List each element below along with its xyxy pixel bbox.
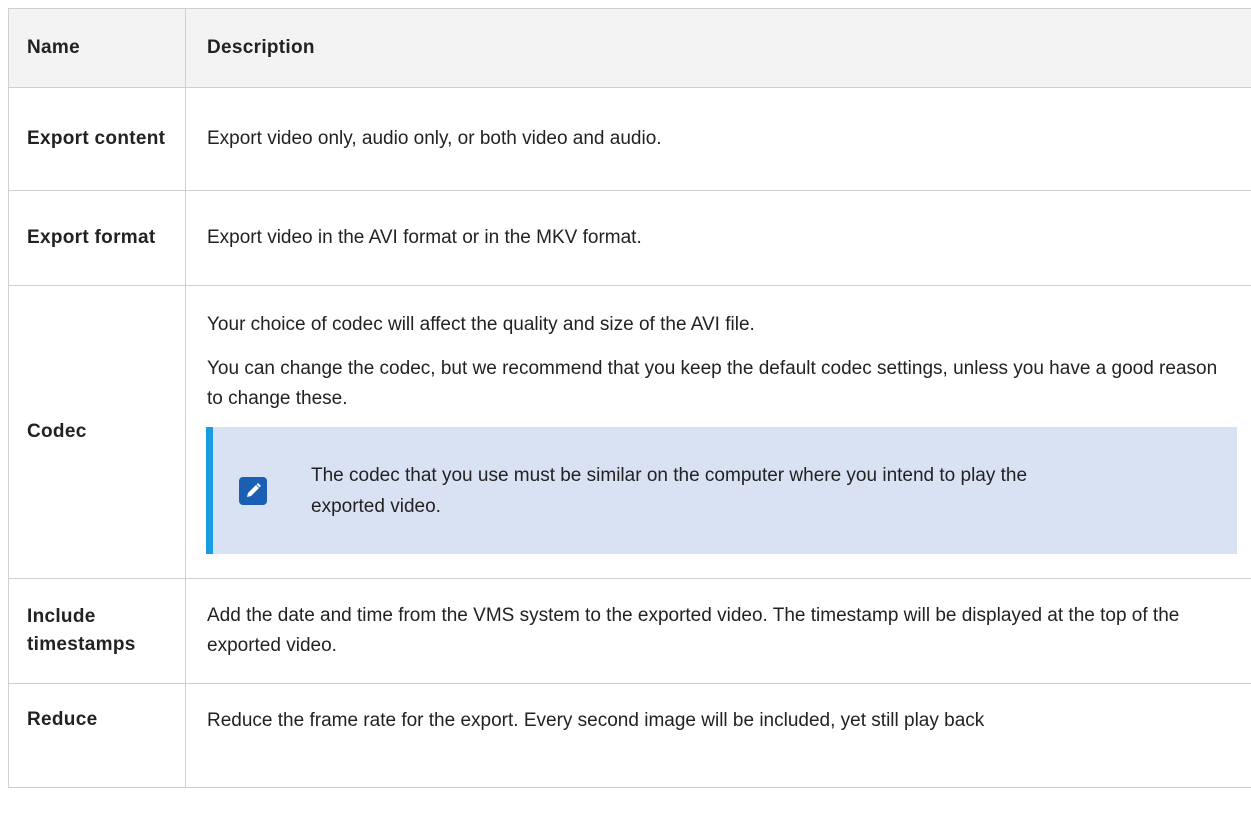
note-callout: The codec that you use must be similar o… [206,427,1237,554]
setting-name: Include timestamps [8,578,186,684]
pencil-note-icon [239,476,267,505]
table-row: Reduce Reduce the frame rate for the exp… [8,683,1251,788]
note-text: The codec that you use must be similar o… [311,464,1028,517]
setting-description: Your choice of codec will affect the qua… [185,285,1251,579]
column-header-description: Description [185,8,1251,88]
setting-description: Export video in the AVI format or in the… [185,190,1251,286]
column-header-name: Name [8,8,186,88]
codec-paragraph: You can change the codec, but we recomme… [207,358,1218,409]
codec-paragraph: Your choice of codec will affect the qua… [207,314,755,335]
export-settings-table: Name Description Export content Export v… [8,8,1251,788]
setting-name: Codec [8,285,186,579]
table-header-row: Name Description [8,8,1251,88]
setting-description: Add the date and time from the VMS syste… [185,578,1251,684]
table-row: Codec Your choice of codec will affect t… [8,285,1251,579]
table-row: Export format Export video in the AVI fo… [8,190,1251,286]
setting-name: Export format [8,190,186,286]
setting-name: Reduce [8,683,186,788]
table-row: Include timestamps Add the date and time… [8,578,1251,684]
setting-name: Export content [8,87,186,191]
setting-description: Export video only, audio only, or both v… [185,87,1251,191]
setting-description: Reduce the frame rate for the export. Ev… [185,683,1251,788]
table-row: Export content Export video only, audio … [8,87,1251,191]
